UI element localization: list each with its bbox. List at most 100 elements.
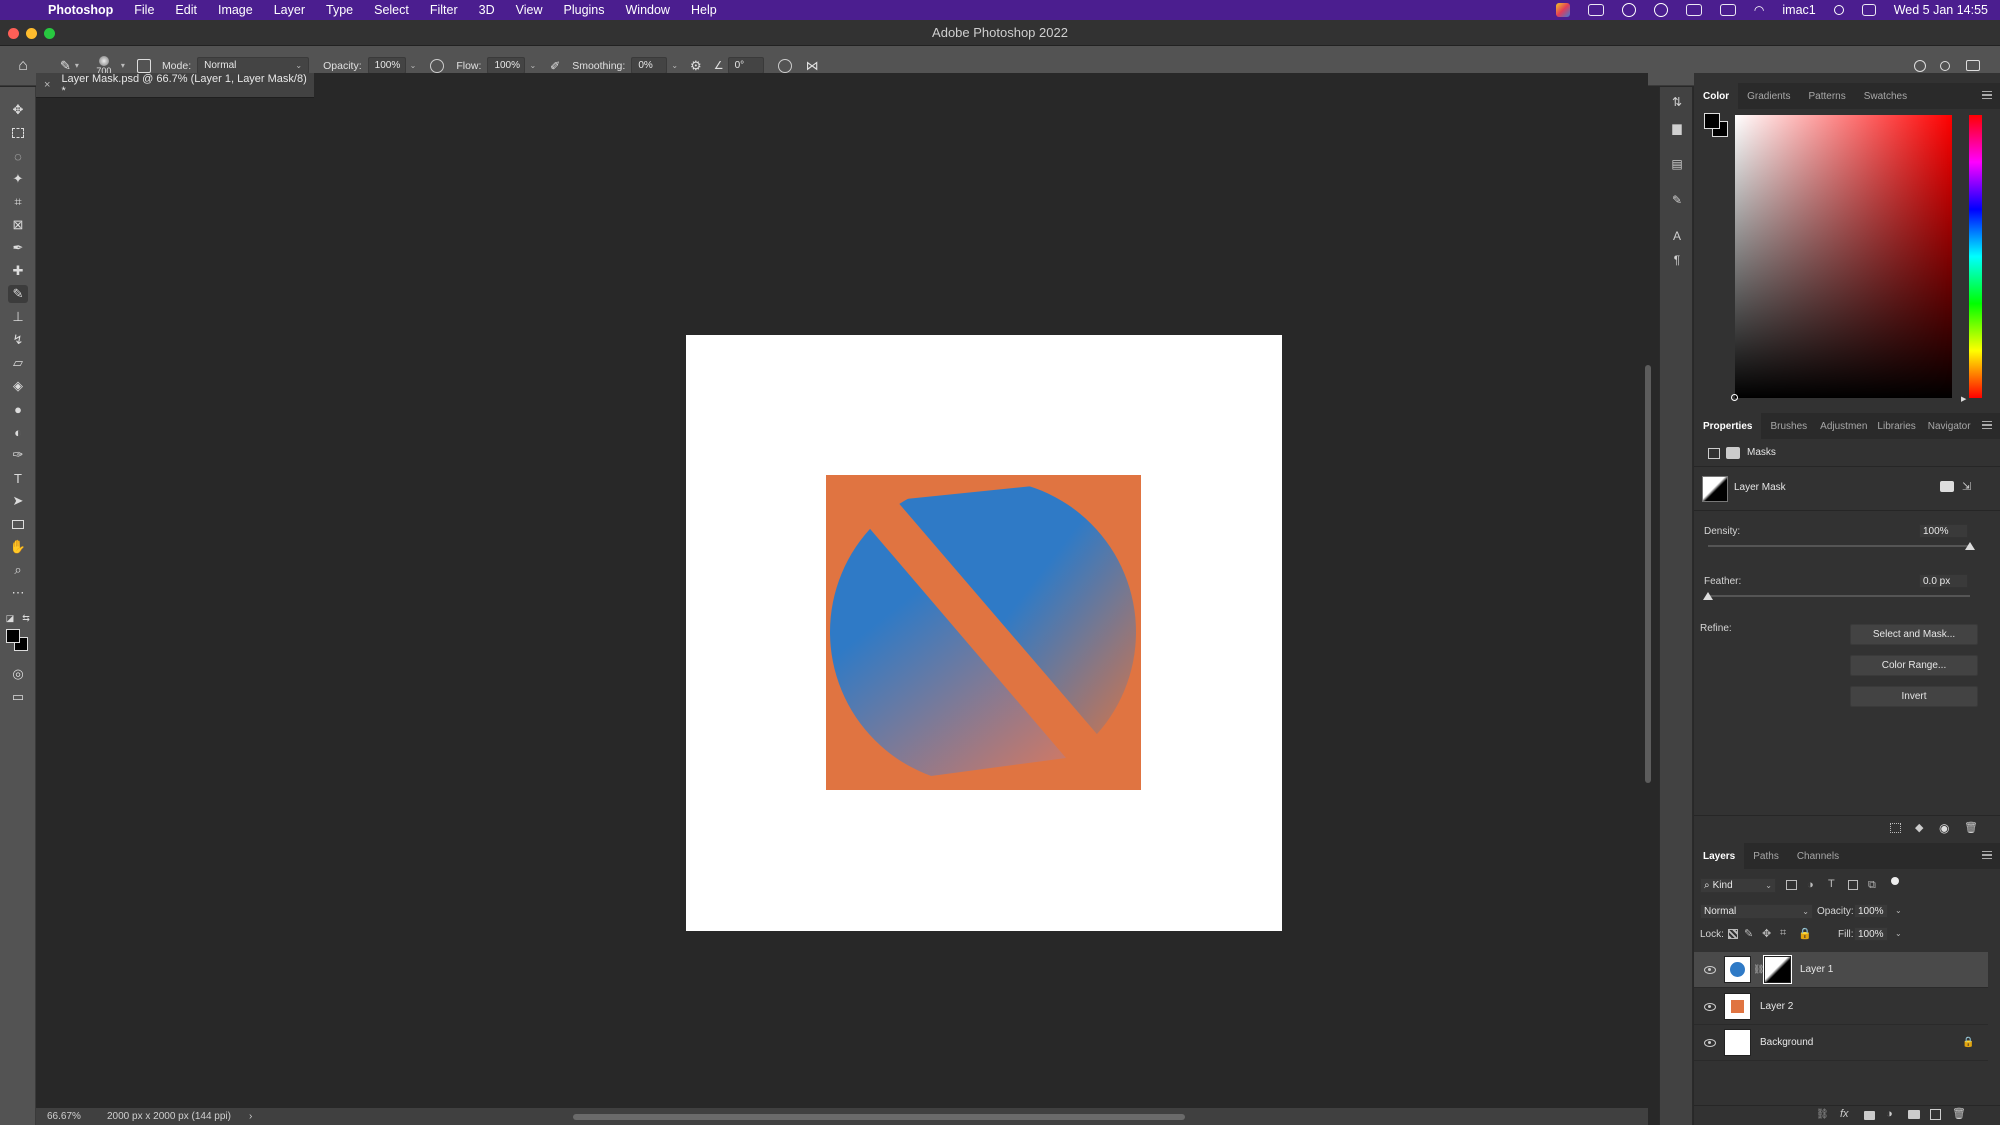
zoom-window-button[interactable] bbox=[44, 28, 55, 39]
color-panel-menu-icon[interactable] bbox=[1982, 91, 1992, 99]
zoom-tool-icon[interactable]: ⌕ bbox=[8, 561, 28, 579]
menu-view[interactable]: View bbox=[516, 3, 543, 17]
lock-transparent-icon[interactable] bbox=[1728, 929, 1738, 939]
control-center-icon[interactable] bbox=[1861, 4, 1876, 16]
layer-opacity-input[interactable]: 100% bbox=[1854, 904, 1888, 918]
filter-toggle-icon[interactable] bbox=[1891, 877, 1899, 885]
tool-preset-chevron-icon[interactable]: ▾ bbox=[75, 61, 79, 70]
menu-3d[interactable]: 3D bbox=[479, 3, 495, 17]
select-and-mask-button[interactable]: Select and Mask... bbox=[1850, 624, 1978, 645]
close-document-icon[interactable]: × bbox=[44, 79, 50, 91]
filter-smart-object-icon[interactable]: ⧉ bbox=[1868, 879, 1876, 892]
color-range-button[interactable]: Color Range... bbox=[1850, 655, 1978, 676]
paragraph-panel-icon[interactable]: ¶ bbox=[1669, 253, 1685, 267]
layer-2-thumbnail[interactable] bbox=[1724, 993, 1751, 1020]
apply-mask-icon[interactable]: ⇲ bbox=[1962, 480, 1971, 493]
layer-1-thumbnail[interactable] bbox=[1724, 956, 1751, 983]
document-info[interactable]: 2000 px x 2000 px (144 ppi) bbox=[107, 1111, 231, 1122]
filter-adjustment-icon[interactable]: ◑ bbox=[1807, 879, 1814, 891]
layer-filter-kind-select[interactable]: ⌕ Kind ⌄ bbox=[1700, 878, 1776, 893]
mode-select[interactable]: Normal ⌄ bbox=[197, 57, 310, 74]
delete-layer-icon[interactable]: 🗑 bbox=[1952, 1107, 1966, 1120]
tab-swatches[interactable]: Swatches bbox=[1855, 83, 1916, 109]
smoothing-settings-gear-icon[interactable]: ⚙ bbox=[690, 58, 702, 74]
layer-opacity-chevron-icon[interactable]: ⌄ bbox=[1895, 906, 1902, 915]
comments-panel-icon[interactable]: ▆ bbox=[1669, 121, 1685, 135]
opacity-input[interactable]: 100% bbox=[367, 57, 406, 74]
pressure-size-icon[interactable] bbox=[777, 58, 792, 73]
wifi-icon[interactable]: ◠ bbox=[1754, 3, 1764, 17]
layer-2-visibility-eye-icon[interactable] bbox=[1704, 1002, 1716, 1011]
magic-wand-tool-icon[interactable]: ✦ bbox=[8, 170, 28, 188]
vertical-scrollbar[interactable] bbox=[1645, 365, 1651, 783]
density-slider-track[interactable] bbox=[1708, 545, 1970, 547]
creative-cloud-icon[interactable] bbox=[1621, 3, 1636, 17]
tab-patterns[interactable]: Patterns bbox=[1799, 83, 1854, 109]
paint-bucket-tool-icon[interactable]: ◈ bbox=[8, 377, 28, 395]
lock-all-icon[interactable]: 🔒 bbox=[1798, 927, 1812, 940]
battery-icon[interactable] bbox=[1719, 4, 1736, 16]
link-layers-icon[interactable]: ⛓ bbox=[1816, 1109, 1829, 1120]
type-tool-icon[interactable]: T bbox=[8, 469, 28, 487]
layer-2-name[interactable]: Layer 2 bbox=[1760, 1001, 1793, 1012]
workspace-switcher-icon[interactable] bbox=[1966, 60, 1980, 71]
symmetry-butterfly-icon[interactable]: ⋈ bbox=[806, 58, 819, 74]
zoom-level[interactable]: 66.67% bbox=[47, 1111, 97, 1122]
tab-navigator[interactable]: Navigator bbox=[1922, 413, 1977, 439]
user-name[interactable]: imac1 bbox=[1782, 3, 1815, 17]
fill-chevron-icon[interactable]: ⌄ bbox=[1895, 929, 1902, 938]
brush-settings-panel-icon[interactable]: ✎ bbox=[1669, 193, 1685, 207]
character-panel-icon[interactable]: A bbox=[1669, 229, 1685, 243]
menu-edit[interactable]: Edit bbox=[175, 3, 197, 17]
layer-1-visibility-eye-icon[interactable] bbox=[1704, 965, 1716, 974]
measurement-panel-icon[interactable]: ▤ bbox=[1669, 157, 1685, 171]
healing-brush-tool-icon[interactable]: ✚ bbox=[8, 262, 28, 280]
feather-input[interactable]: 0.0 px bbox=[1919, 574, 1968, 588]
tab-paths[interactable]: Paths bbox=[1744, 843, 1788, 869]
mask-thumbnail[interactable] bbox=[1702, 476, 1728, 502]
blend-mode-select[interactable]: Normal ⌄ bbox=[1700, 904, 1813, 919]
home-icon[interactable]: ⌂ bbox=[14, 57, 32, 74]
lock-position-icon[interactable]: ✥ bbox=[1762, 927, 1771, 940]
layer-row-layer-2[interactable]: Layer 2 bbox=[1694, 989, 1988, 1025]
close-window-button[interactable] bbox=[8, 28, 19, 39]
minimize-window-button[interactable] bbox=[26, 28, 37, 39]
lock-image-pixels-icon[interactable]: ✎ bbox=[1744, 927, 1753, 940]
tab-properties[interactable]: Properties bbox=[1694, 413, 1762, 439]
brush-tool-preset-icon[interactable]: ✎ bbox=[60, 58, 71, 74]
tab-layers[interactable]: Layers bbox=[1694, 843, 1745, 869]
background-lock-icon[interactable]: 🔒 bbox=[1962, 1037, 1974, 1048]
filter-type-icon[interactable]: T bbox=[1828, 878, 1835, 890]
hand-tool-icon[interactable]: ✋ bbox=[8, 538, 28, 556]
lock-artboard-icon[interactable]: ⌗ bbox=[1780, 927, 1786, 940]
brush-tool-icon[interactable]: ✎ bbox=[8, 285, 28, 303]
path-selection-tool-icon[interactable]: ➤ bbox=[8, 492, 28, 510]
background-name[interactable]: Background bbox=[1760, 1037, 1813, 1048]
density-slider-knob[interactable] bbox=[1965, 542, 1975, 550]
layer-link-chain-icon[interactable]: ⛓ bbox=[1753, 964, 1764, 975]
smoothing-input[interactable]: 0% bbox=[631, 57, 668, 74]
tab-libraries[interactable]: Libraries bbox=[1871, 413, 1921, 439]
lasso-tool-icon[interactable]: ◌ bbox=[8, 147, 28, 165]
layers-panel-menu-icon[interactable] bbox=[1982, 851, 1992, 859]
delete-mask-icon[interactable]: 🗑 bbox=[1964, 821, 1978, 834]
visibility-toggle-icon[interactable]: ◉ bbox=[1939, 821, 1949, 835]
vector-mask-icon[interactable] bbox=[1726, 447, 1740, 459]
hue-slider[interactable] bbox=[1969, 115, 1982, 398]
swap-colors-icon[interactable]: ⇆ bbox=[20, 613, 32, 623]
airbrush-icon[interactable]: ✐ bbox=[550, 59, 560, 73]
tab-channels[interactable]: Channels bbox=[1788, 843, 1848, 869]
tab-gradients[interactable]: Gradients bbox=[1738, 83, 1799, 109]
fill-input[interactable]: 100% bbox=[1854, 927, 1888, 941]
menu-type[interactable]: Type bbox=[326, 3, 353, 17]
feather-slider-knob[interactable] bbox=[1703, 592, 1713, 600]
feather-slider-track[interactable] bbox=[1708, 595, 1970, 597]
new-adjustment-layer-icon[interactable]: ◑ bbox=[1886, 1108, 1893, 1120]
properties-panel-menu-icon[interactable] bbox=[1982, 421, 1992, 429]
horizontal-scrollbar[interactable] bbox=[573, 1114, 1185, 1120]
frame-tool-icon[interactable]: ⊠ bbox=[8, 216, 28, 234]
rectangle-tool-icon[interactable] bbox=[8, 515, 28, 533]
disable-mask-icon[interactable] bbox=[1940, 481, 1954, 492]
document-tab[interactable]: × Layer Mask.psd @ 66.7% (Layer 1, Layer… bbox=[36, 73, 314, 98]
edit-toolbar-icon[interactable]: ⋯ bbox=[8, 584, 28, 602]
